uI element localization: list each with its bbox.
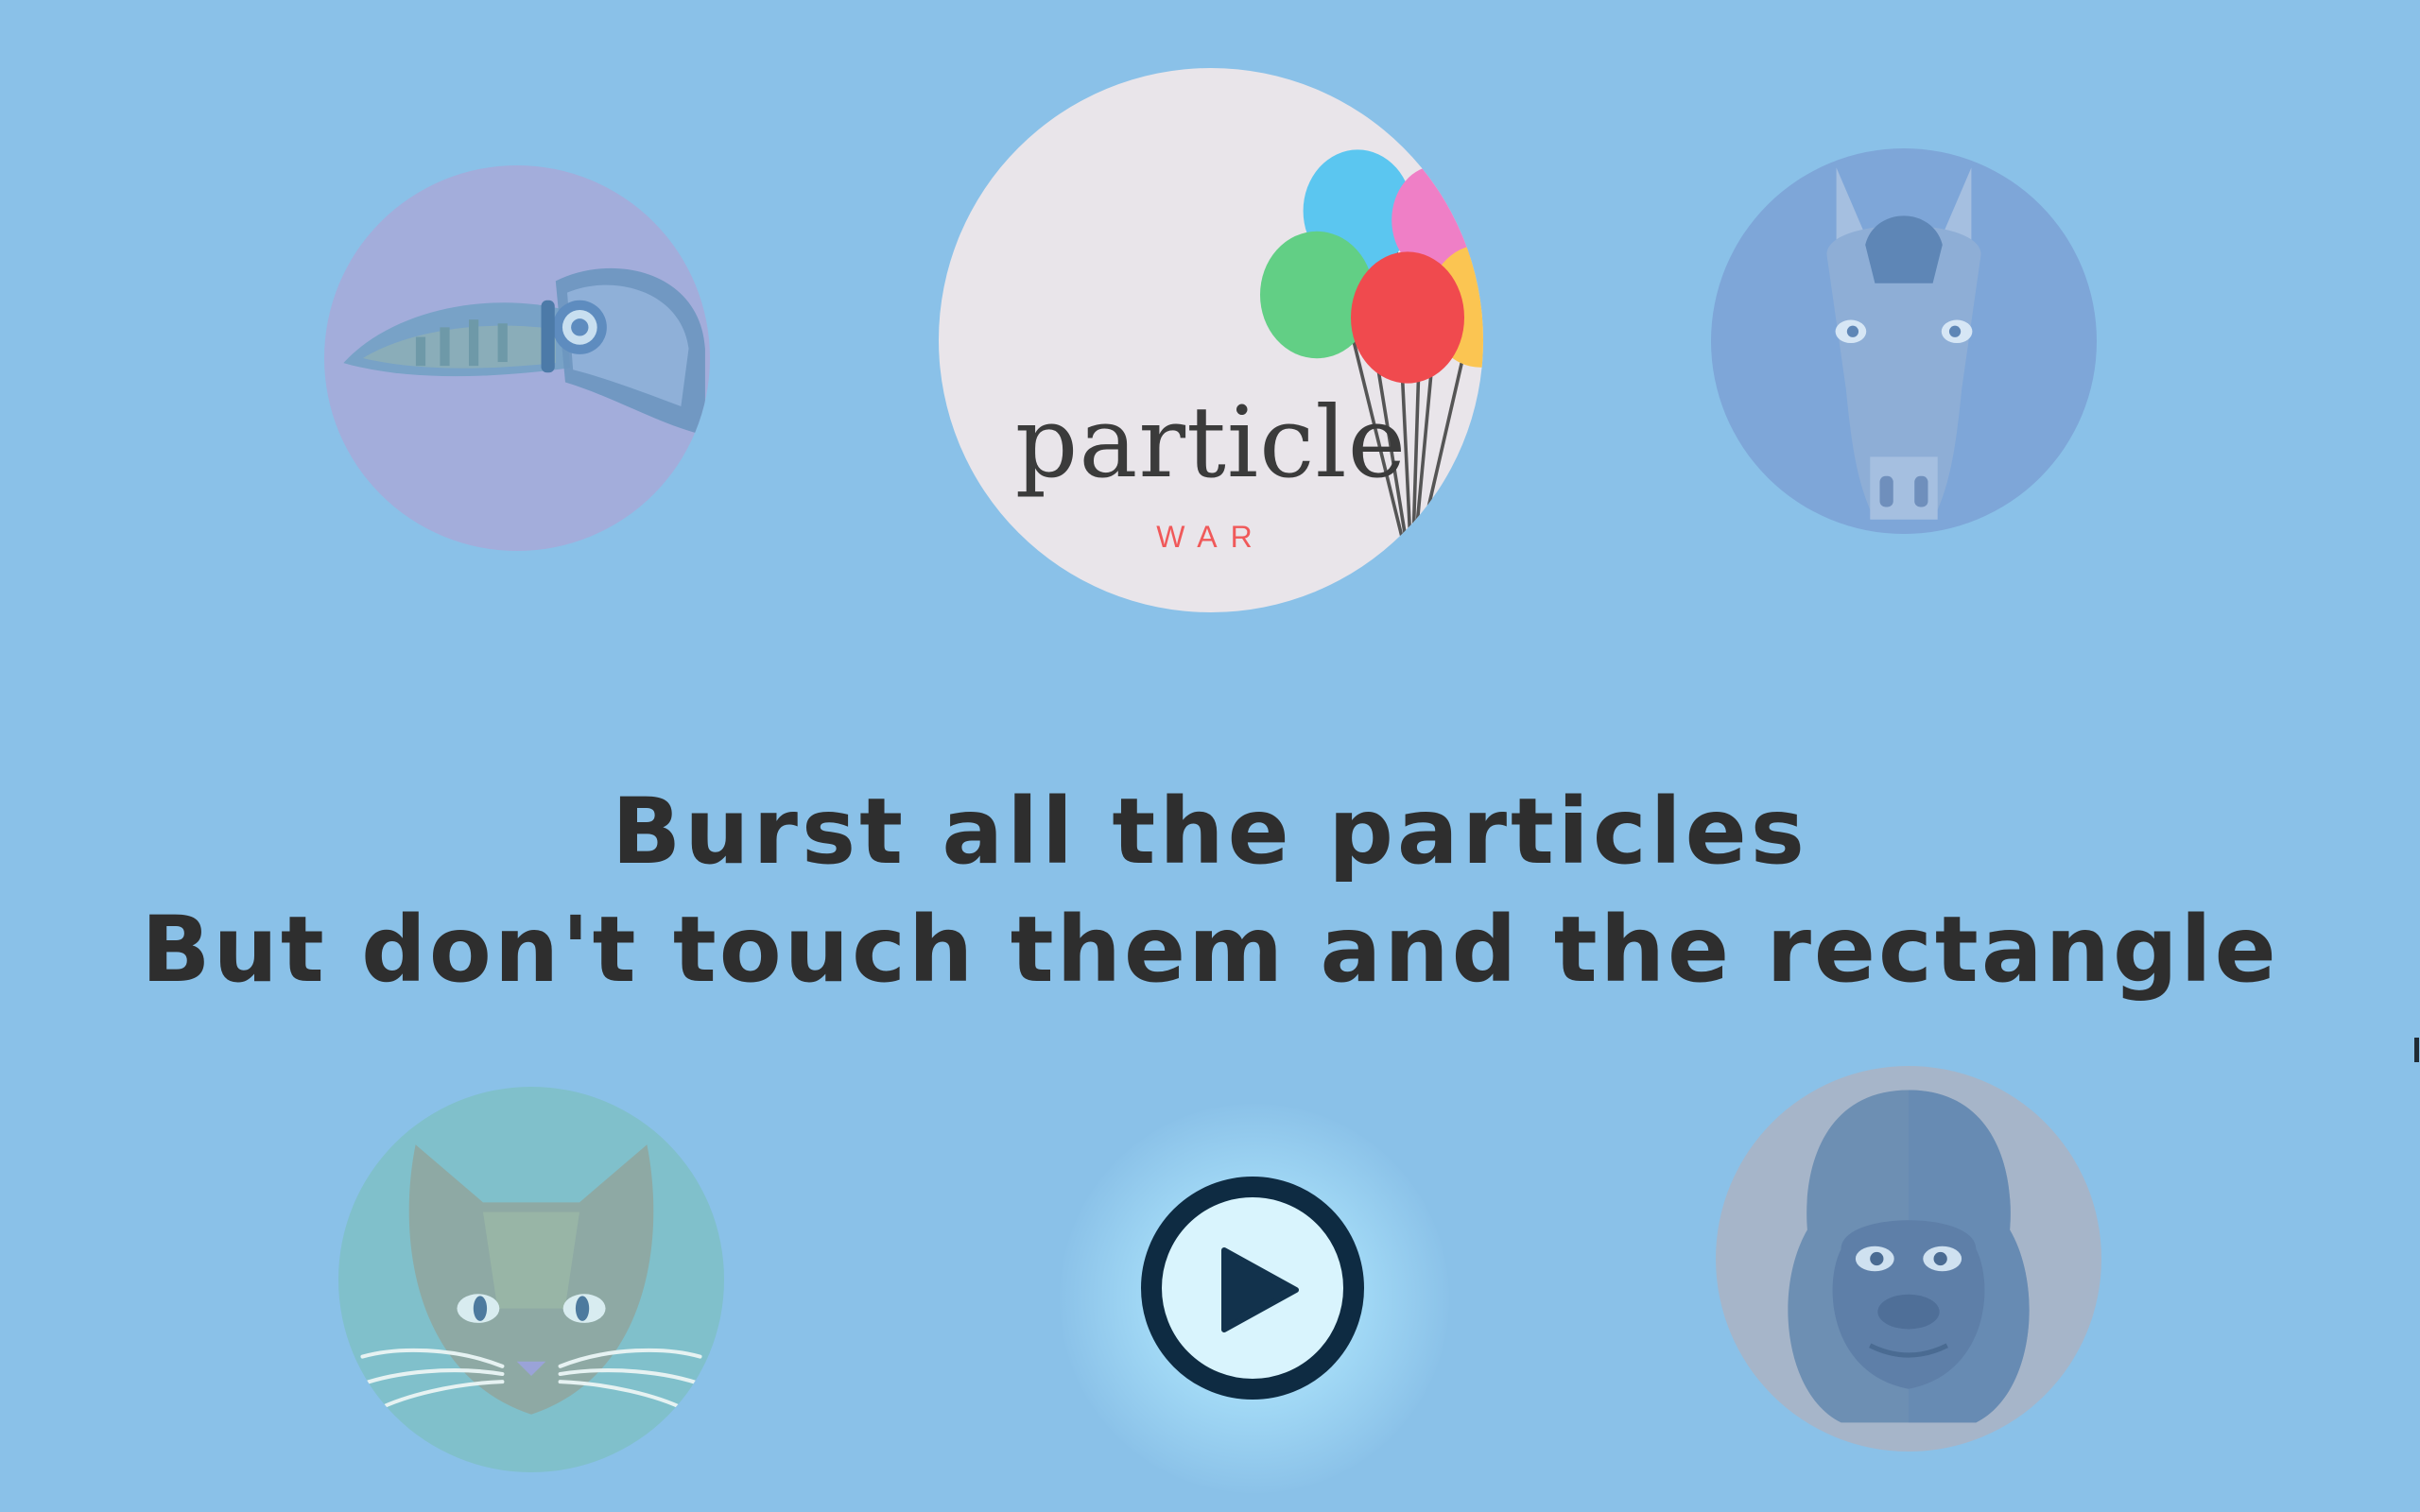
gorilla-icon [1716,1066,2101,1452]
horse-icon [1711,148,2097,534]
play-icon [1221,1247,1299,1332]
logo-title: particle [1014,385,1408,500]
toucan-icon [324,165,710,551]
instruction-line-2: But don't touch them and the rectangle [141,897,2279,1003]
instruction-line-1: Burst all the particles [612,779,1808,885]
game-logo: particle WAR [939,68,1483,612]
logo-subtitle: WAR [1156,520,1266,554]
edge-marker [2414,1038,2419,1062]
play-button[interactable] [1141,1177,1364,1400]
instructions: Burst all the particles But don't touch … [0,775,2420,1011]
start-screen: particle WAR Burst all the particles But… [0,0,2420,1512]
cat-icon [338,1087,724,1472]
